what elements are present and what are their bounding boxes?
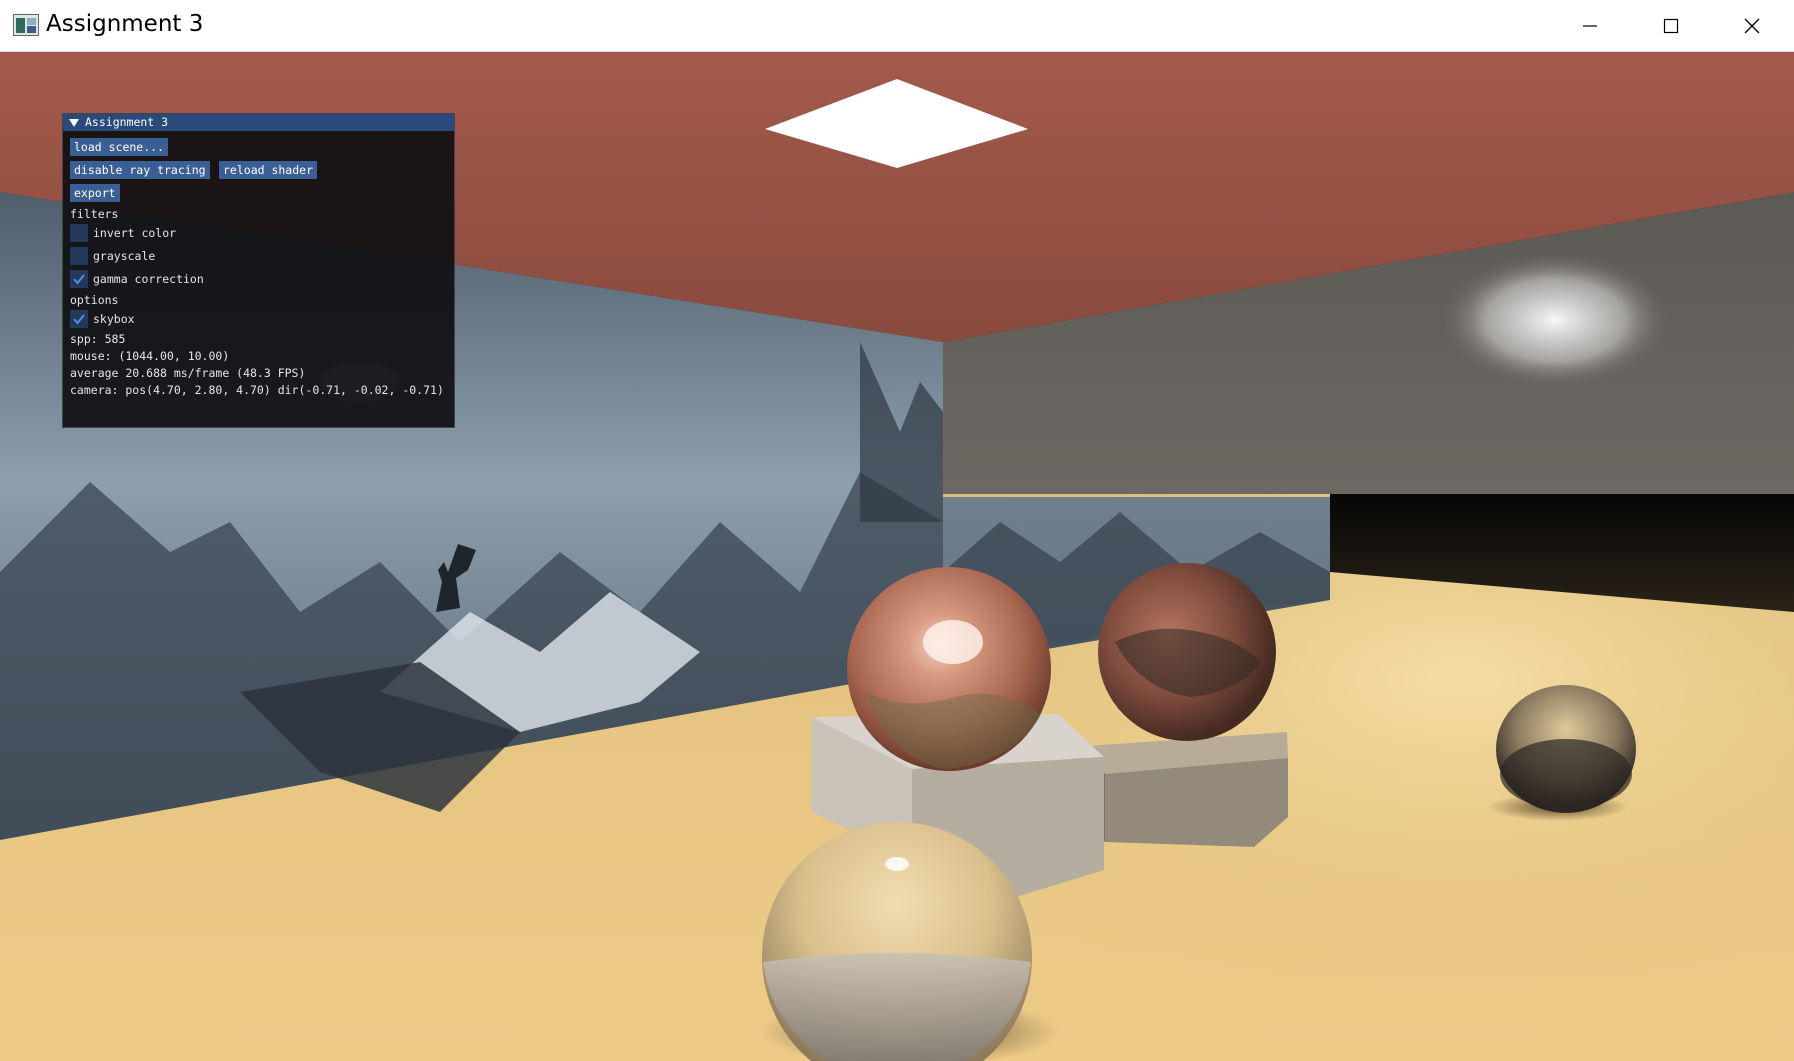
check-icon <box>73 274 85 285</box>
mouse-readout: mouse: (1044.00, 10.00) <box>70 349 230 363</box>
skybox-label: skybox <box>93 312 135 326</box>
spp-readout: spp: 585 <box>70 332 126 346</box>
app-icon <box>13 14 39 36</box>
frame-time-readout: average 20.688 ms/frame (48.3 FPS) <box>70 366 306 380</box>
maximize-icon <box>1663 18 1679 34</box>
gamma-correction-checkbox[interactable] <box>70 270 88 288</box>
wall-light-spot <box>1440 252 1670 388</box>
invert-color-label: invert color <box>93 226 177 240</box>
glass-ball-right-lower <box>1500 739 1632 809</box>
copper-ball-front-highlight <box>923 620 983 664</box>
grayscale-checkbox[interactable] <box>70 247 88 265</box>
render-viewport[interactable]: Assignment 3 load scene... disable ray t… <box>0 52 1794 1061</box>
grayscale-label: grayscale <box>93 249 156 263</box>
invert-color-checkbox[interactable] <box>70 224 88 242</box>
panel-header[interactable]: Assignment 3 <box>63 114 454 131</box>
export-button[interactable]: export <box>70 184 120 202</box>
panel-title: Assignment 3 <box>85 115 169 129</box>
collapse-triangle-icon[interactable] <box>69 118 79 127</box>
disable-ray-tracing-button[interactable]: disable ray tracing <box>70 161 210 179</box>
filters-heading: filters <box>70 207 119 221</box>
minimize-button[interactable] <box>1550 0 1630 52</box>
glass-ball-front-highlight <box>885 857 909 871</box>
skybox-checkbox[interactable] <box>70 310 88 328</box>
gamma-correction-label: gamma correction <box>93 272 204 286</box>
load-scene-button[interactable]: load scene... <box>70 138 169 156</box>
window-title: Assignment 3 <box>46 11 204 37</box>
control-panel: Assignment 3 load scene... disable ray t… <box>62 113 455 428</box>
options-heading: options <box>70 293 119 307</box>
maximize-button[interactable] <box>1631 0 1711 52</box>
minimize-icon <box>1583 25 1597 27</box>
title-bar: Assignment 3 <box>0 0 1794 52</box>
camera-readout: camera: pos(4.70, 2.80, 4.70) dir(-0.71,… <box>70 383 444 397</box>
check-icon <box>73 314 85 325</box>
reload-shader-button[interactable]: reload shader <box>219 161 318 179</box>
close-icon <box>1744 18 1760 34</box>
close-button[interactable] <box>1712 0 1792 52</box>
